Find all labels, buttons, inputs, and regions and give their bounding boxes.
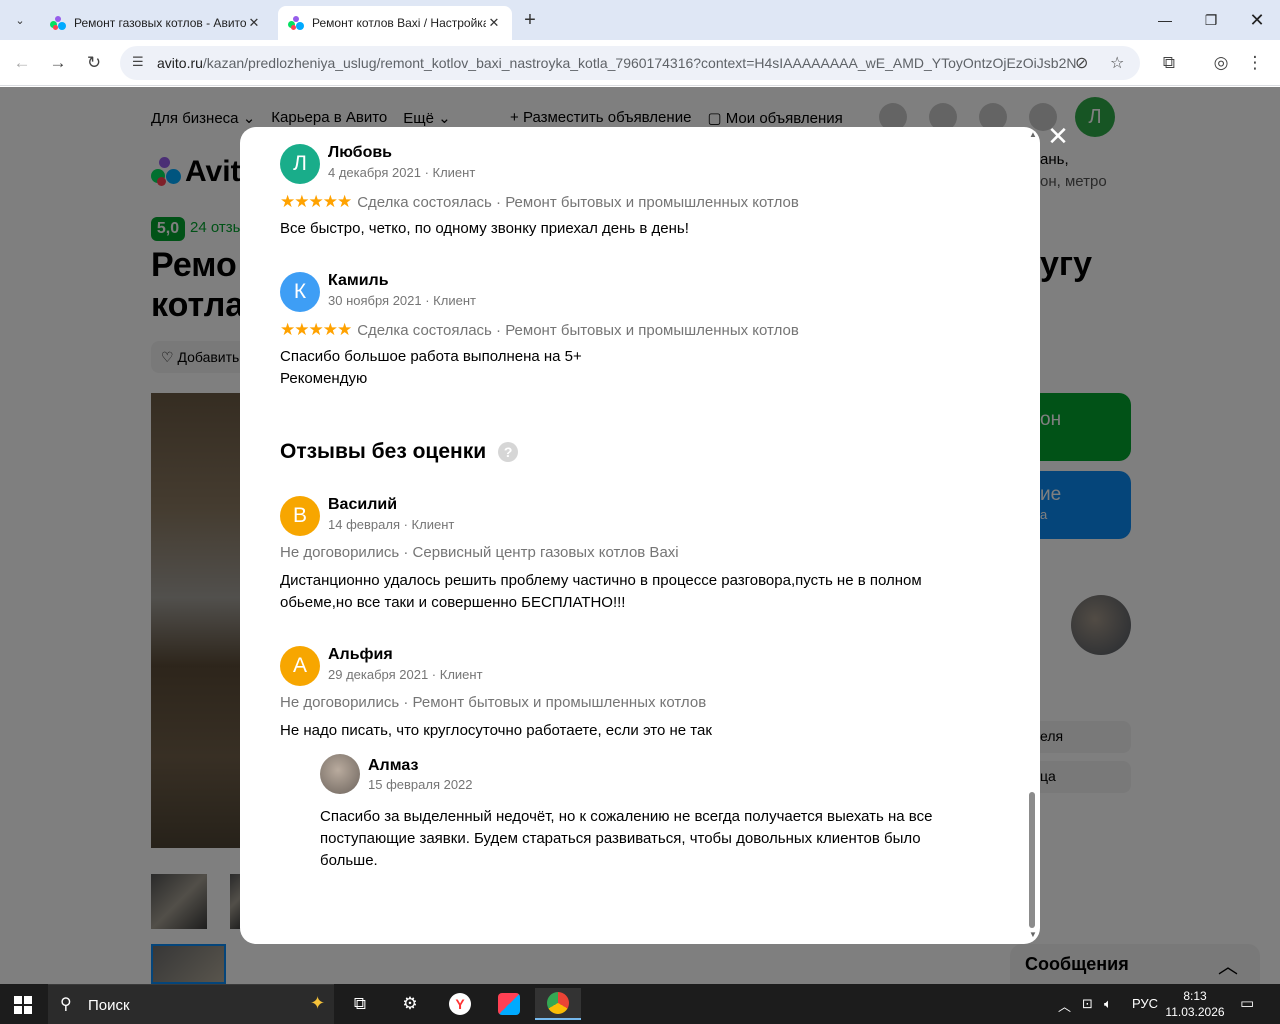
minimize-icon[interactable]: — <box>1142 0 1188 40</box>
windows-taskbar: ⚲ Поиск ✦ ⧉ ⚙ Y ︿ ⊡ 🔈︎ РУС 8:13 11.03.202… <box>0 984 1280 1024</box>
close-tab-icon[interactable]: ✕ <box>246 15 262 31</box>
windows-start-icon[interactable] <box>14 996 32 1014</box>
tab-avito-boilers[interactable]: Ремонт газовых котлов - Авито ✕ <box>40 6 272 40</box>
search-placeholder: Поиск <box>88 997 130 1014</box>
network-icon[interactable]: ⊡ <box>1082 996 1093 1012</box>
tab-title: Ремонт котлов Baxi / Настройка <box>312 16 486 30</box>
language-indicator[interactable]: РУС <box>1132 996 1158 1011</box>
review-text: Дистанционно удалось решить проблему час… <box>280 572 922 611</box>
task-view-icon[interactable]: ⧉ <box>340 988 380 1020</box>
star-rating-icon: ★★★★★ <box>280 192 352 211</box>
scroll-down-arrow-icon[interactable]: ▼ <box>1029 930 1037 939</box>
menu-kebab-icon[interactable]: ⋮ <box>1242 50 1268 76</box>
reviewer-avatar: К <box>280 272 320 312</box>
reload-icon[interactable]: ↻ <box>81 50 107 76</box>
tab-title: Ремонт газовых котлов - Авито <box>74 16 246 30</box>
reviewer-avatar: Л <box>280 144 320 184</box>
review-meta: Не договорились · Сервисный центр газовы… <box>280 544 679 561</box>
profile-icon[interactable]: ◎ <box>1208 50 1234 76</box>
taskbar-search[interactable]: ⚲ Поиск ✦ <box>48 984 334 1024</box>
star-rating-icon: ★★★★★ <box>280 320 352 339</box>
restore-icon[interactable]: ❐ <box>1188 0 1234 40</box>
reply-text: Спасибо за выделенный недочёт, но к сожа… <box>320 808 933 869</box>
modal-close-icon[interactable]: ✕ <box>1046 123 1070 149</box>
review-text: Не надо писать, что круглосуточно работа… <box>280 722 712 739</box>
tab-baxi-repair[interactable]: Ремонт котлов Baxi / Настройка ✕ <box>278 6 512 40</box>
unrated-reviews-heading: Отзывы без оценки ? <box>280 440 519 464</box>
address-bar[interactable]: ☰ avito.ru/kazan/predlozheniya_uslug/rem… <box>120 46 1140 80</box>
yandex-browser-icon[interactable]: Y <box>440 988 480 1020</box>
scrollbar-thumb[interactable] <box>1029 792 1035 928</box>
help-question-icon[interactable]: ? <box>498 442 519 462</box>
forward-icon[interactable]: → <box>45 50 71 76</box>
back-icon[interactable]: ← <box>9 50 35 76</box>
review-text: Спасибо большое работа выполнена на 5+ Ре… <box>280 348 582 387</box>
tab-search-button[interactable]: ⌄ <box>8 8 32 32</box>
browser-toolbar: ← → ↻ ☰ avito.ru/kazan/predlozheniya_usl… <box>0 40 1280 86</box>
site-info-icon[interactable]: ☰ <box>132 54 144 70</box>
reviewer-avatar: А <box>280 646 320 686</box>
close-tab-icon[interactable]: ✕ <box>486 15 502 31</box>
chrome-icon[interactable] <box>535 988 581 1020</box>
search-highlight-icon: ✦ <box>310 993 326 1013</box>
tray-chevron-up-icon[interactable]: ︿ <box>1058 996 1071 1015</box>
reviewer-name: Любовь <box>328 144 393 161</box>
browser-tab-strip: ⌄ Ремонт газовых котлов - Авито ✕ Ремонт… <box>0 0 1280 40</box>
reply-date: 15 февраля 2022 <box>368 777 473 792</box>
review-date: 30 ноября 2021 · Клиент <box>328 293 476 308</box>
review-text: Все быстро, четко, по одному звонку прие… <box>280 220 689 237</box>
reviews-modal: Л Любовь 4 декабря 2021 · Клиент ★★★★★ Сд… <box>240 127 1040 944</box>
scroll-up-arrow-icon[interactable]: ▲ <box>1029 130 1037 139</box>
notifications-icon[interactable]: ▭ <box>1240 994 1254 1012</box>
window-close-icon[interactable]: ✕ <box>1234 0 1280 40</box>
extensions-icon[interactable]: ⧉ <box>1156 50 1182 76</box>
reviewer-name: Василий <box>328 496 398 513</box>
review-date: 29 декабря 2021 · Клиент <box>328 667 483 682</box>
avito-favicon <box>50 15 66 31</box>
app-grid-icon[interactable] <box>489 988 529 1020</box>
reviewer-name: Альфия <box>328 646 393 663</box>
url-text[interactable]: avito.ru/kazan/predlozheniya_uslug/remon… <box>157 55 1077 71</box>
new-tab-button[interactable]: + <box>518 8 542 32</box>
modal-scrollbar[interactable]: ▲ ▼ <box>1028 130 1038 942</box>
avito-favicon <box>288 15 304 31</box>
review-meta: ★★★★★ Сделка состоялась · Ремонт бытовых … <box>280 192 799 211</box>
review-meta: Не договорились · Ремонт бытовых и промы… <box>280 694 707 711</box>
bookmark-star-icon[interactable]: ☆ <box>1110 53 1124 73</box>
reply-author-name: Алмаз <box>368 757 419 774</box>
reviewer-name: Камиль <box>328 272 389 289</box>
reviewer-avatar: В <box>280 496 320 536</box>
search-icon: ⚲ <box>60 996 72 1013</box>
seller-reply-avatar <box>320 754 360 794</box>
volume-icon[interactable]: 🔈︎ <box>1104 996 1112 1012</box>
review-date: 14 февраля · Клиент <box>328 517 455 532</box>
system-clock[interactable]: 8:13 11.03.2026 <box>1162 988 1228 1020</box>
review-date: 4 декабря 2021 · Клиент <box>328 165 476 180</box>
review-meta: ★★★★★ Сделка состоялась · Ремонт бытовых … <box>280 320 799 339</box>
eye-off-icon[interactable]: ⊘ <box>1075 53 1088 73</box>
settings-gear-icon[interactable]: ⚙ <box>390 988 430 1020</box>
